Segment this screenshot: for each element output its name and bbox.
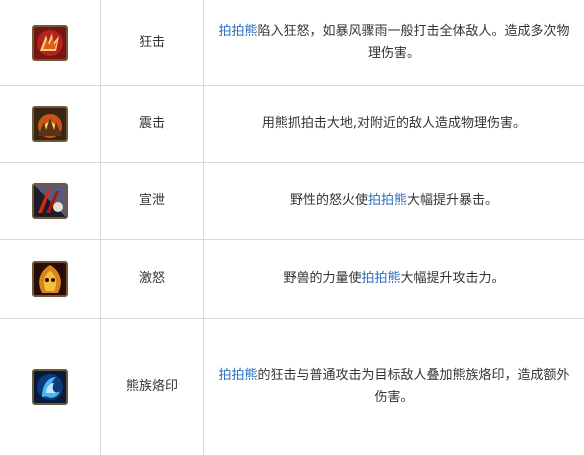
skill-name: 狂击 <box>101 0 204 86</box>
skill-row: 震击 用熊抓拍击大地,对附近的敌人造成物理伤害。 <box>0 86 584 163</box>
skill-name: 宣泄 <box>101 163 204 240</box>
desc-text: 野性的怒火使 <box>290 193 368 208</box>
rage-claw-icon <box>32 25 68 61</box>
bear-mark-icon <box>32 369 68 405</box>
skill-row: 熊族烙印 拍拍熊的狂击与普通攻击为目标敌人叠加熊族烙印，造成额外伤害。 <box>0 319 584 456</box>
skill-icon-cell <box>0 86 101 163</box>
desc-text: 大幅提升暴击。 <box>407 193 498 208</box>
skill-icon-cell <box>0 163 101 240</box>
desc-text: 大幅提升攻击力。 <box>401 271 505 286</box>
skill-desc: 拍拍熊的狂击与普通攻击为目标敌人叠加熊族烙印，造成额外伤害。 <box>204 319 584 456</box>
skill-name: 熊族烙印 <box>101 319 204 456</box>
desc-text: 用熊抓拍击大地,对附近的敌人造成物理伤害。 <box>262 116 526 131</box>
skill-desc: 用熊抓拍击大地,对附近的敌人造成物理伤害。 <box>204 86 584 163</box>
skill-desc: 拍拍熊陷入狂怒，如暴风骤雨一般打击全体敌人。造成多次物理伤害。 <box>204 0 584 86</box>
desc-text: 陷入狂怒，如暴风骤雨一般打击全体敌人。造成多次物理伤害。 <box>258 24 570 61</box>
skill-row: 激怒 野兽的力量使拍拍熊大幅提升攻击力。 <box>0 240 584 319</box>
skill-row: 狂击 拍拍熊陷入狂怒，如暴风骤雨一般打击全体敌人。造成多次物理伤害。 <box>0 0 584 86</box>
skill-icon-cell <box>0 240 101 319</box>
skill-name: 激怒 <box>101 240 204 319</box>
skill-desc: 野性的怒火使拍拍熊大幅提升暴击。 <box>204 163 584 240</box>
skill-desc: 野兽的力量使拍拍熊大幅提升攻击力。 <box>204 240 584 319</box>
skills-table: 狂击 拍拍熊陷入狂怒，如暴风骤雨一般打击全体敌人。造成多次物理伤害。 震击 用熊… <box>0 0 584 456</box>
skill-icon-cell <box>0 319 101 456</box>
pet-name-link[interactable]: 拍拍熊 <box>218 368 257 383</box>
skill-row: 宣泄 野性的怒火使拍拍熊大幅提升暴击。 <box>0 163 584 240</box>
skill-icon-cell <box>0 0 101 86</box>
skill-name: 震击 <box>101 86 204 163</box>
pet-name-link[interactable]: 拍拍熊 <box>218 24 257 39</box>
ground-slam-icon <box>32 106 68 142</box>
pet-name-link[interactable]: 拍拍熊 <box>368 193 407 208</box>
enrage-icon <box>32 261 68 297</box>
vent-fury-icon <box>32 183 68 219</box>
desc-text: 的狂击与普通攻击为目标敌人叠加熊族烙印，造成额外伤害。 <box>258 368 570 405</box>
pet-name-link[interactable]: 拍拍熊 <box>361 271 400 286</box>
desc-text: 野兽的力量使 <box>283 271 361 286</box>
skill-desc-text: 拍拍熊陷入狂怒，如暴风骤雨一般打击全体敌人。造成多次物理伤害。 <box>218 24 569 61</box>
